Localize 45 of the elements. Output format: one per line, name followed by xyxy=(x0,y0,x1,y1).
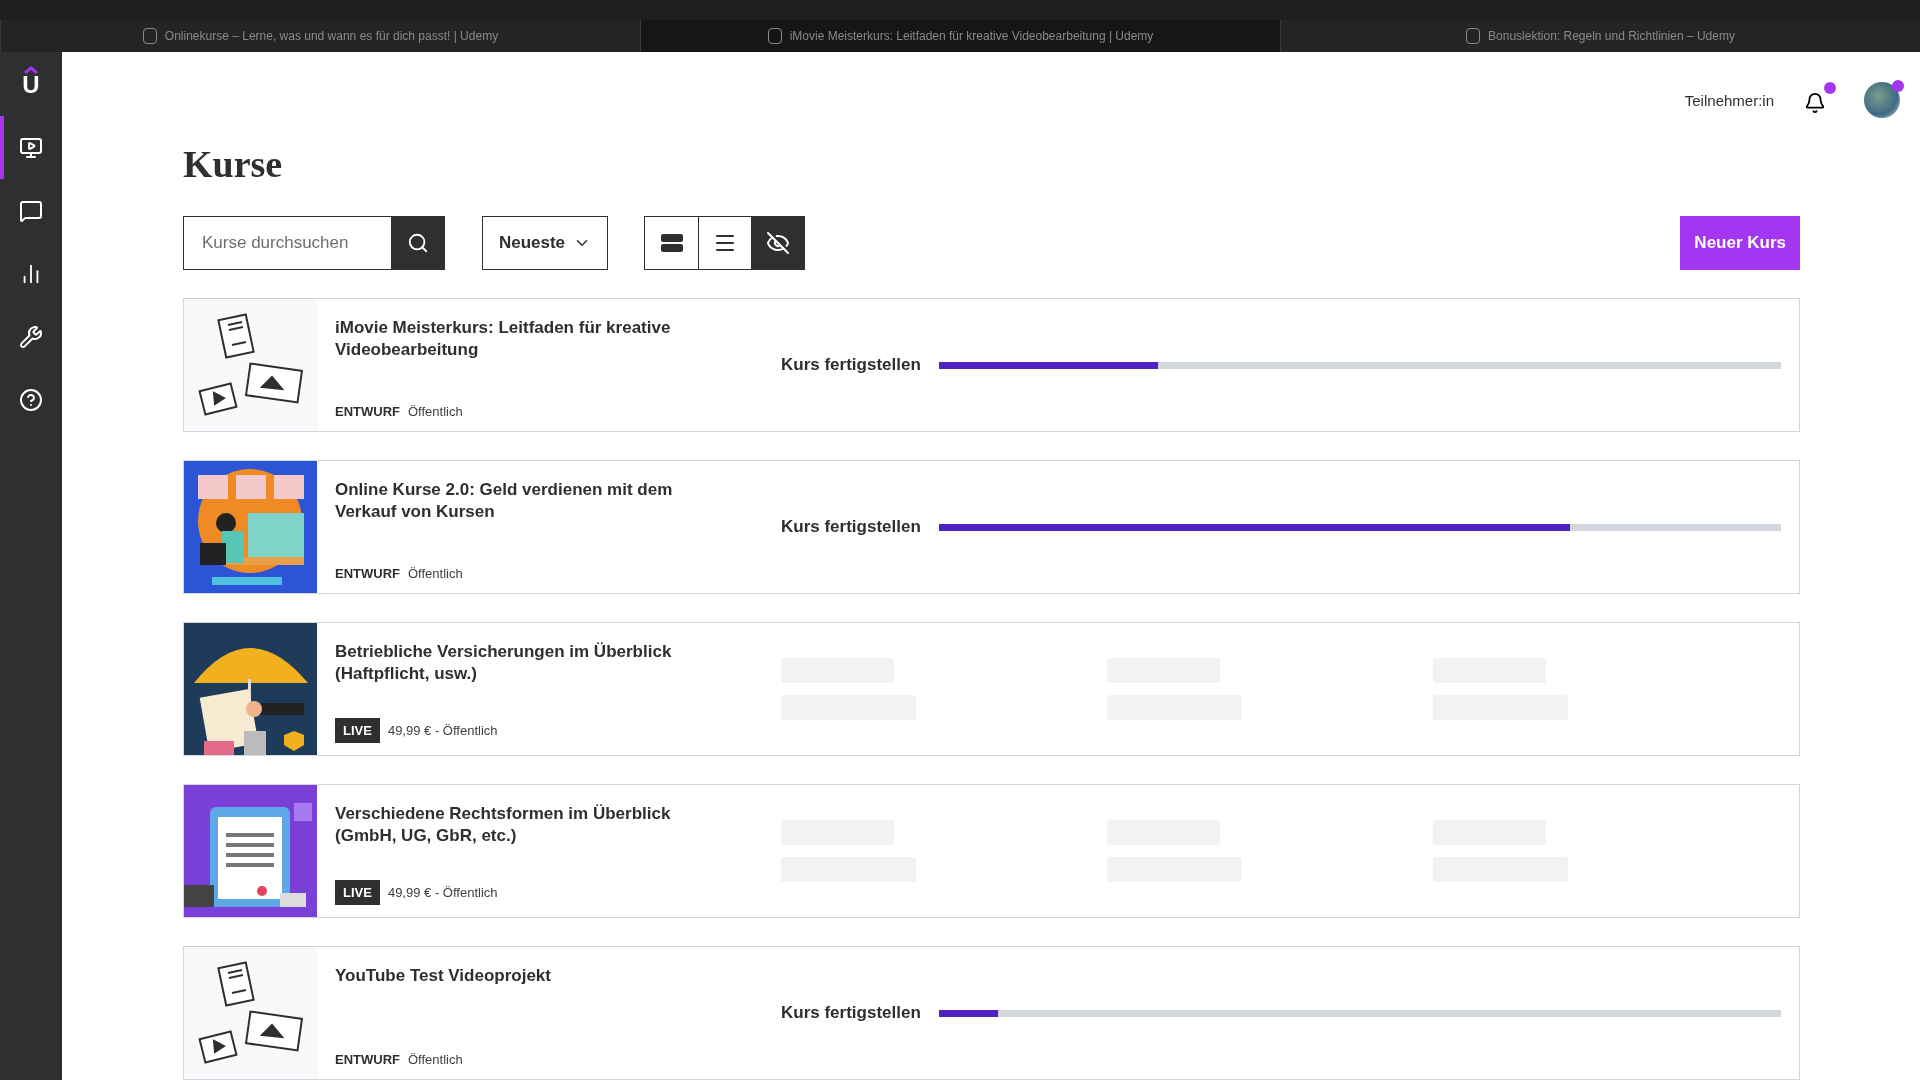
visibility-text: Öffentlich xyxy=(408,404,463,419)
course-title[interactable]: iMovie Meisterkurs: Leitfaden für kreative Videobearbeitung xyxy=(335,317,705,361)
status-label: ENTWURF xyxy=(335,404,400,419)
status-badge: LIVE xyxy=(335,718,380,743)
status-label: ENTWURF xyxy=(335,1052,400,1067)
bell-icon xyxy=(1804,91,1826,114)
page-title: Kurse xyxy=(183,142,284,186)
course-title[interactable]: Online Kurse 2.0: Geld verdienen mit dem Verkauf von Kursen xyxy=(335,479,705,523)
course-title[interactable]: Betriebliche Versicherungen im Überblick (Haftpflicht, usw.) xyxy=(335,641,705,685)
course-card[interactable]: Betriebliche Versicherungen im Überblick (Haftpflicht, usw.) LIVE 49,99 € - Öffentlich xyxy=(183,622,1800,756)
course-card[interactable]: Online Kurse 2.0: Geld verdienen mit dem Verkauf von Kursen ENTWURF Öffentlich Kurs fertigstellen xyxy=(183,460,1800,594)
progress-label: Kurs fertigstellen xyxy=(781,355,921,375)
wrench-icon xyxy=(19,324,43,349)
status-label: ENTWURF xyxy=(335,566,400,581)
logo[interactable]: U xyxy=(22,66,40,116)
visibility-text: Öffentlich xyxy=(408,1052,463,1067)
site-icon xyxy=(142,28,157,44)
status-badge: LIVE xyxy=(335,880,380,905)
visibility-text: 49,99 € - Öffentlich xyxy=(387,723,498,738)
course-title[interactable]: YouTube Test Videoprojekt xyxy=(335,965,705,987)
help-icon xyxy=(19,387,43,412)
sort-dropdown[interactable]: Neueste xyxy=(482,216,608,270)
browser-tab[interactable]: Onlinekurse – Lerne, was und wann es für dich passt! | Udemy xyxy=(0,20,640,52)
visibility-text: 49,99 € - Öffentlich xyxy=(387,885,498,900)
search-icon xyxy=(407,232,429,254)
site-icon xyxy=(1466,28,1481,44)
view-toggle[interactable] xyxy=(751,217,804,269)
progress-label: Kurs fertigstellen xyxy=(781,517,921,537)
search-field[interactable]: Kurse durchsuchen xyxy=(183,216,391,270)
role-link[interactable]: Teilnehmer:in xyxy=(1684,91,1774,109)
cards-icon xyxy=(660,234,683,252)
video-icon xyxy=(19,135,43,160)
course-title[interactable]: Verschiedene Rechtsformen im Überblick (GmbH, UG, GbR, etc.) xyxy=(335,803,705,847)
eye-off-icon xyxy=(766,231,790,255)
course-card[interactable]: YouTube Test Videoprojekt ENTWURF Öffentlich Kurs fertigstellen xyxy=(183,946,1800,1080)
message-icon xyxy=(19,198,43,223)
course-card[interactable]: Verschiedene Rechtsformen im Überblick (GmbH, UG, GbR, etc.) LIVE 49,99 € - Öffentlich xyxy=(183,784,1800,918)
visibility-text: Öffentlich xyxy=(408,566,463,581)
course-card[interactable]: iMovie Meisterkurs: Leitfaden für kreative Videobearbeitung ENTWURF Öffentlich Kurs fertigstellen xyxy=(183,298,1800,432)
new-course-button[interactable]: Neuer Kurs xyxy=(1680,216,1800,270)
progress-label: Kurs fertigstellen xyxy=(781,1003,921,1023)
site-icon xyxy=(767,28,782,44)
browser-tab[interactable]: Bonuslektion: Regeln und Richtlinien – Udemy xyxy=(1280,20,1920,52)
browser-tab[interactable]: iMovie Meisterkurs: Leitfaden für kreative Videobearbeitung | Udemy xyxy=(640,20,1280,52)
search-button[interactable] xyxy=(391,216,445,270)
